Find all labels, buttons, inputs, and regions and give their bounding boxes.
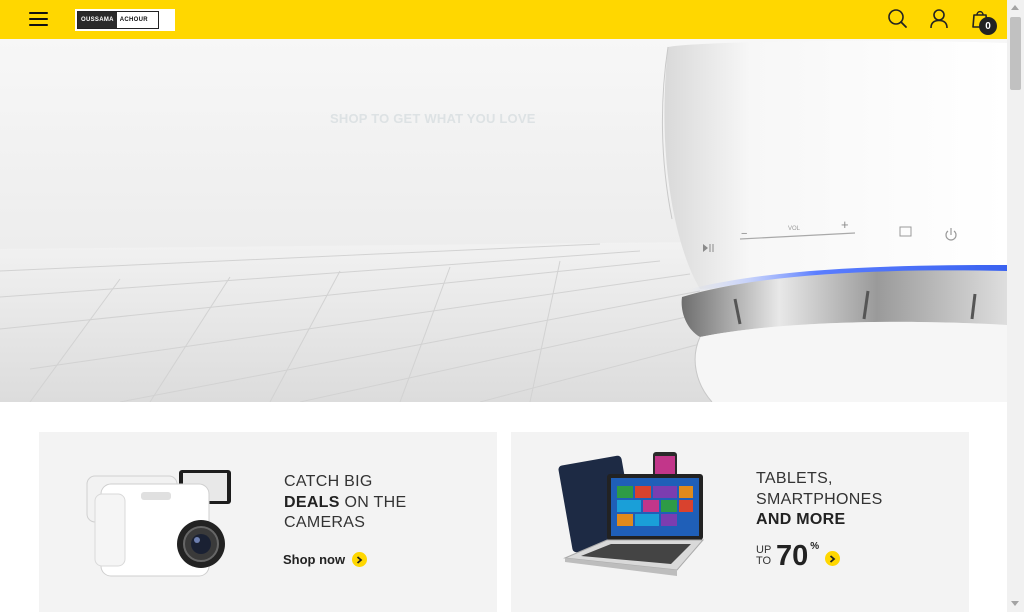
promo-cameras-line2-rest: ON THE	[339, 493, 407, 511]
promo-cameras-line1: CATCH BIG	[284, 473, 373, 490]
speaker-minus-label: −	[741, 228, 747, 240]
site-logo[interactable]: OUSSAMA ACHOUR	[75, 9, 175, 31]
arrow-right-icon	[825, 551, 841, 566]
arrow-right-icon	[352, 552, 368, 567]
discount-up-to: UP TO	[756, 545, 774, 567]
promo-tablets-and-more: AND MORE	[756, 511, 846, 528]
logo-mark: OUSSAMA ACHOUR	[77, 11, 159, 29]
hero-banner: − VOL + SHOP TO GET WHAT YOU LOVE	[0, 39, 1007, 402]
camera-image	[86, 470, 231, 577]
shop-now-link[interactable]: Shop now	[283, 552, 368, 567]
search-icon[interactable]	[886, 8, 908, 30]
devices-image	[558, 452, 705, 576]
logo-text-part1: OUSSAMA	[78, 12, 117, 28]
discount-value: 70	[776, 540, 809, 572]
promo-cameras-line2: DEALS ON THE	[284, 493, 406, 514]
scroll-down-arrow-icon[interactable]	[1011, 601, 1019, 606]
promo-cameras-line3: CAMERAS	[284, 514, 366, 531]
top-header-bar: OUSSAMA ACHOUR 0	[0, 0, 1007, 39]
promo-cameras-text: CATCH BIG DEALS ON THE CAMERAS	[284, 472, 406, 534]
promo-tablets-line1: TABLETS,	[756, 470, 833, 487]
discount-offer[interactable]: UP TO 70 %	[756, 540, 841, 572]
speaker-vol-label: VOL	[788, 226, 801, 232]
menu-icon[interactable]	[29, 12, 48, 27]
promo-cameras-deals: DEALS	[284, 493, 340, 511]
discount-percent-sign: %	[810, 541, 820, 552]
user-icon[interactable]	[929, 8, 951, 30]
scrollbar-thumb[interactable]	[1010, 17, 1021, 90]
hero-tagline: SHOP TO GET WHAT YOU LOVE	[330, 111, 536, 126]
promo-tablets-line3: AND MORE	[756, 510, 883, 531]
hero-background: − VOL +	[0, 40, 1007, 402]
promo-card-tablets[interactable]: TABLETS, SMARTPHONES AND MORE UP TO 70 %	[511, 432, 969, 612]
cart-count-badge: 0	[979, 17, 997, 35]
speaker-plus-label: +	[841, 217, 849, 232]
shop-now-label: Shop now	[283, 552, 346, 567]
promo-tablets-text: TABLETS, SMARTPHONES AND MORE	[756, 469, 883, 531]
promo-tablets-line2: SMARTPHONES	[756, 490, 883, 508]
page: OUSSAMA ACHOUR 0 − VOL + SHOP TO GET WHA…	[0, 0, 1024, 612]
promo-card-cameras[interactable]: CATCH BIG DEALS ON THE CAMERAS Shop now	[39, 432, 497, 612]
page-scrollbar[interactable]	[1007, 0, 1024, 612]
logo-text-part2: ACHOUR	[119, 17, 148, 23]
discount-to-label: TO	[756, 555, 772, 567]
scroll-up-arrow-icon[interactable]	[1011, 5, 1019, 10]
